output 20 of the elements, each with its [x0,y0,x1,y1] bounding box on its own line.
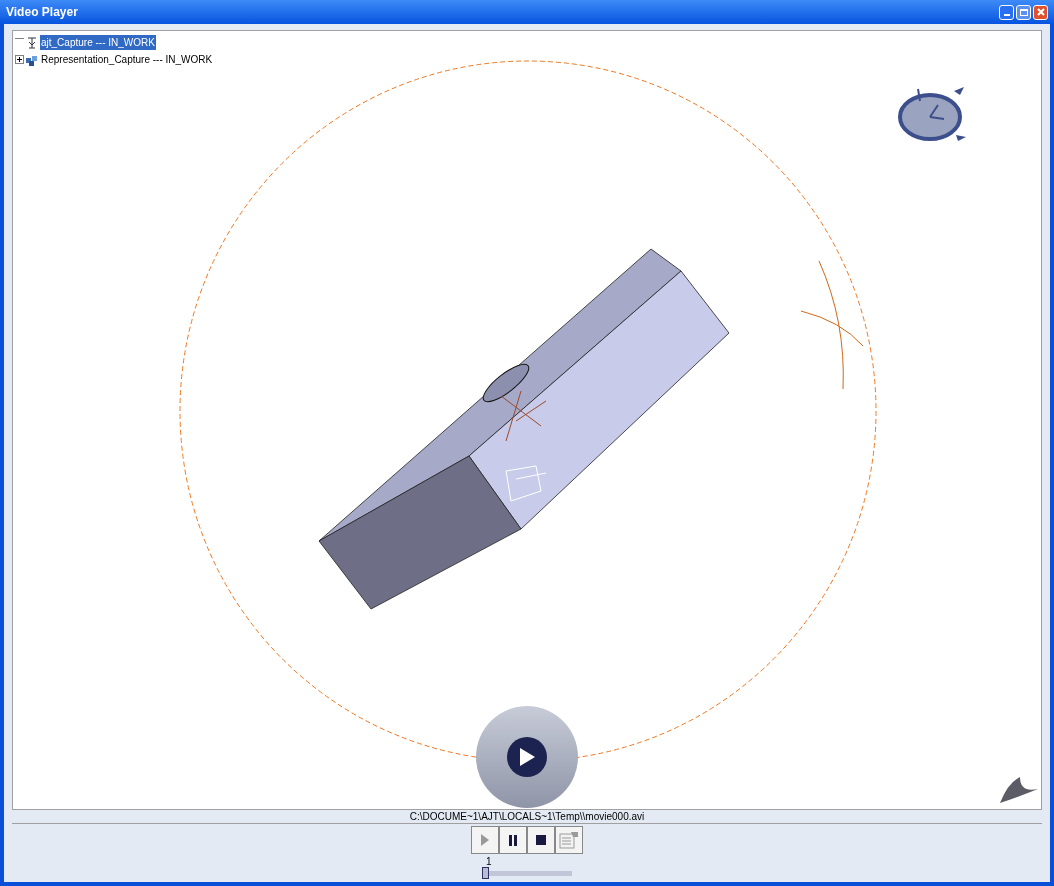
pause-icon [509,834,517,846]
window-title: Video Player [6,4,78,21]
product-icon [25,35,39,50]
tree-item[interactable]: Representation_Capture --- IN_WORK [40,52,214,67]
frame-reading: 1 [485,856,493,867]
stop-icon [536,835,546,845]
close-icon [1036,8,1045,16]
form-icon [559,831,579,849]
tree-item[interactable]: ajt_Capture --- IN_WORK [40,35,156,50]
slider-thumb[interactable] [482,867,489,879]
frame-slider-track[interactable] [482,867,572,879]
pause-button[interactable] [499,826,527,854]
maximize-button[interactable] [1016,4,1031,20]
close-button[interactable] [1033,4,1048,20]
play-icon [481,834,489,846]
page-curl-icon [998,775,1038,805]
stop-button[interactable] [527,826,555,854]
file-path: C:\DOCUME~1\AJT\LOCALS~1\Temp\\movie000.avi [12,810,1042,824]
minimize-button[interactable] [999,4,1014,20]
expand-icon[interactable] [15,55,24,64]
